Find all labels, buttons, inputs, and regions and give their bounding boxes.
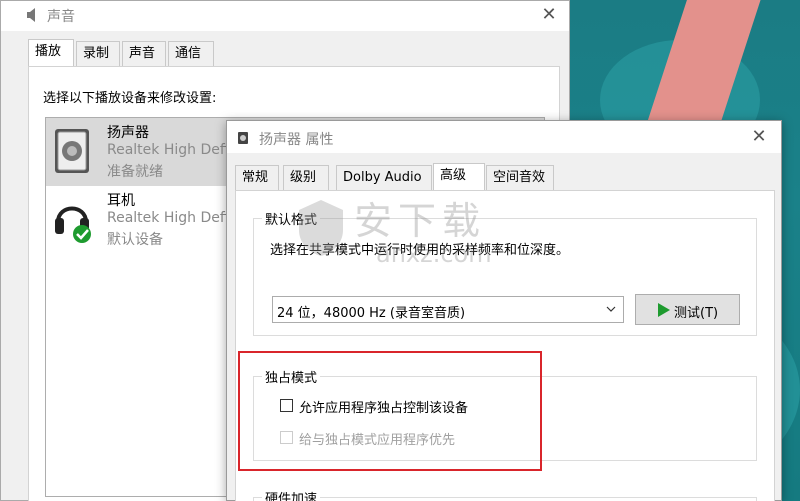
tab-sounds[interactable]: 声音	[122, 41, 166, 66]
tab-general[interactable]: 常规	[235, 165, 279, 190]
properties-titlebar[interactable]: 扬声器 属性 ✕	[227, 121, 781, 153]
speaker-icon	[55, 129, 89, 173]
sound-window-titlebar[interactable]: 声音 ✕	[1, 1, 569, 31]
device-name: 耳机	[107, 193, 135, 209]
speaker-title-icon	[27, 8, 35, 22]
tab-levels[interactable]: 级别	[283, 165, 329, 190]
test-button-label: 测试(T)	[674, 306, 719, 321]
tab-recording[interactable]: 录制	[76, 41, 120, 66]
tab-playback[interactable]: 播放	[28, 39, 74, 66]
dialog-title: 扬声器 属性	[259, 132, 334, 148]
window-title: 声音	[47, 9, 75, 25]
play-icon	[658, 303, 670, 317]
site-watermark: 安下载 anxz.com	[296, 190, 511, 300]
group-title: 硬件加速	[262, 488, 321, 501]
speaker-title-icon	[238, 132, 248, 144]
format-dropdown[interactable]: 24 位，48000 Hz (录音室音质)	[272, 296, 624, 323]
playback-instruction: 选择以下播放设备来修改设置:	[43, 91, 217, 106]
device-driver: Realtek High Defi	[107, 142, 229, 158]
watermark-cn-text: 安下载	[354, 199, 487, 243]
chevron-down-icon	[606, 306, 616, 312]
device-driver: Realtek High Defi	[107, 210, 229, 226]
close-icon[interactable]: ✕	[749, 127, 769, 147]
tab-advanced[interactable]: 高级	[433, 163, 485, 190]
hardware-acceleration-group: 硬件加速	[253, 488, 757, 501]
tab-communications[interactable]: 通信	[168, 41, 214, 66]
close-icon[interactable]: ✕	[539, 5, 559, 25]
device-status: 准备就绪	[107, 164, 163, 180]
shield-logo-icon	[299, 200, 343, 256]
device-status: 默认设备	[107, 232, 163, 248]
watermark-en-text: anxz.com	[376, 240, 492, 268]
headphones-icon	[55, 206, 91, 243]
tab-spatial-sound[interactable]: 空间音效	[486, 165, 554, 190]
annotation-highlight-box	[238, 351, 542, 471]
tab-dolby-audio[interactable]: Dolby Audio	[336, 165, 432, 190]
device-name: 扬声器	[107, 125, 149, 141]
test-button[interactable]: 测试(T)	[635, 294, 740, 325]
format-selected-value: 24 位，48000 Hz (录音室音质)	[277, 306, 466, 321]
